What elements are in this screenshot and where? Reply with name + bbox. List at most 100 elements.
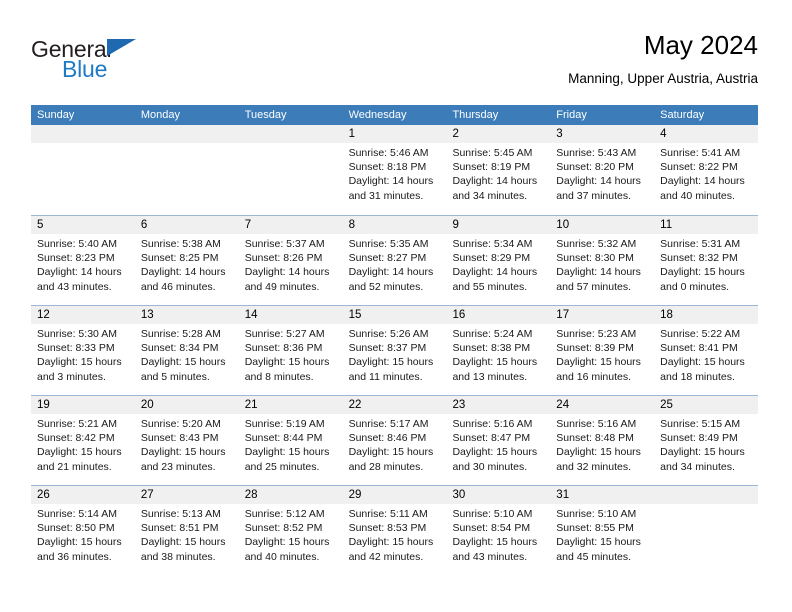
calendar-day-cell[interactable]: 5 Sunrise: 5:40 AM Sunset: 8:23 PM Daylight… [31, 216, 135, 305]
daylight-text-line1: Daylight: 15 hours [140, 536, 226, 549]
sunrise-text: Sunrise: 5:27 AM [244, 328, 325, 340]
calendar-day-cell-empty [654, 486, 759, 575]
calendar-day-cell[interactable]: 25 Sunrise: 5:15 AM Sunset: 8:49 PM Dayligh… [654, 396, 759, 485]
calendar-day-cell[interactable]: 8 Sunrise: 5:35 AM Sunset: 8:27 PM Daylight… [342, 216, 447, 305]
weekday-header-thursday: Thursday [452, 109, 499, 121]
day-number: 26 [31, 486, 135, 504]
day-number: 15 [342, 306, 447, 324]
sunrise-text: Sunrise: 5:26 AM [348, 328, 429, 340]
sunrise-text: Sunrise: 5:32 AM [556, 238, 637, 250]
daylight-text-line1: Daylight: 15 hours [348, 536, 434, 549]
daylight-text-line2: and 45 minutes. [556, 550, 632, 563]
day-sun-info: Sunrise: 5:43 AM Sunset: 8:20 PM Daylight:… [550, 143, 654, 203]
daylight-text-line1: Daylight: 15 hours [452, 356, 538, 369]
weekday-header-tuesday: Tuesday [244, 109, 287, 121]
title-block: May 2024 Manning, Upper Austria, Austria [568, 28, 758, 89]
daylight-text-line1: Daylight: 14 hours [140, 266, 226, 279]
calendar-day-cell[interactable]: 31 Sunrise: 5:10 AM Sunset: 8:55 PM Dayligh… [550, 486, 655, 575]
day-sun-info: Sunrise: 5:46 AM Sunset: 8:18 PM Daylight:… [343, 143, 447, 203]
day-sun-info: Sunrise: 5:15 AM Sunset: 8:49 PM Daylight:… [654, 414, 758, 474]
day-sun-info: Sunrise: 5:19 AM Sunset: 8:44 PM Daylight:… [239, 414, 343, 474]
sunset-text: Sunset: 8:42 PM [37, 432, 115, 445]
calendar-weeks: 1 Sunrise: 5:46 AM Sunset: 8:18 PM Daylight… [31, 125, 759, 575]
sunset-text: Sunset: 8:18 PM [348, 161, 427, 174]
daylight-text-line1: Daylight: 15 hours [452, 446, 538, 459]
calendar-day-cell[interactable]: 26 Sunrise: 5:14 AM Sunset: 8:50 PM Dayligh… [31, 486, 135, 575]
sunset-text: Sunset: 8:32 PM [660, 252, 738, 265]
calendar-day-cell[interactable]: 1 Sunrise: 5:46 AM Sunset: 8:18 PM Daylight… [342, 125, 447, 214]
daylight-text-line2: and 32 minutes. [556, 460, 632, 473]
weekday-header-row: Sunday Monday Tuesday Wednesday Thursday… [31, 105, 758, 125]
sunset-text: Sunset: 8:29 PM [452, 252, 531, 265]
calendar-day-cell[interactable]: 9 Sunrise: 5:34 AM Sunset: 8:29 PM Daylight… [446, 216, 551, 305]
daylight-text-line1: Daylight: 14 hours [37, 266, 122, 279]
calendar-day-cell[interactable]: 2 Sunrise: 5:45 AM Sunset: 8:19 PM Daylight… [446, 125, 551, 214]
sunset-text: Sunset: 8:55 PM [556, 522, 634, 535]
calendar-day-cell[interactable]: 29 Sunrise: 5:11 AM Sunset: 8:53 PM Dayligh… [342, 486, 447, 575]
daylight-text-line2: and 34 minutes. [660, 460, 735, 473]
calendar-day-cell[interactable]: 22 Sunrise: 5:17 AM Sunset: 8:46 PM Dayligh… [342, 396, 447, 485]
weekday-header-monday: Monday [140, 109, 180, 121]
daylight-text-line1: Daylight: 15 hours [37, 356, 122, 369]
calendar-day-cell[interactable]: 6 Sunrise: 5:38 AM Sunset: 8:25 PM Daylight… [134, 216, 239, 305]
calendar-day-cell[interactable]: 4 Sunrise: 5:41 AM Sunset: 8:22 PM Daylight… [654, 125, 759, 214]
calendar-day-cell[interactable]: 27 Sunrise: 5:13 AM Sunset: 8:51 PM Dayligh… [134, 486, 239, 575]
day-number [31, 125, 135, 143]
day-number: 10 [550, 216, 655, 234]
day-sun-info: Sunrise: 5:24 AM Sunset: 8:38 PM Daylight:… [446, 324, 550, 384]
daylight-text-line2: and 11 minutes. [348, 370, 423, 383]
calendar-day-cell[interactable]: 14 Sunrise: 5:27 AM Sunset: 8:36 PM Dayligh… [238, 306, 343, 395]
sunset-text: Sunset: 8:37 PM [348, 342, 427, 355]
calendar-week-row: 5 Sunrise: 5:40 AM Sunset: 8:23 PM Daylight… [31, 215, 759, 305]
day-number: 6 [134, 216, 239, 234]
calendar-day-cell[interactable]: 3 Sunrise: 5:43 AM Sunset: 8:20 PM Daylight… [550, 125, 655, 214]
sunrise-text: Sunrise: 5:15 AM [660, 418, 741, 430]
sunset-text: Sunset: 8:23 PM [37, 252, 115, 265]
day-number: 21 [238, 396, 343, 414]
calendar-day-cell[interactable]: 21 Sunrise: 5:19 AM Sunset: 8:44 PM Dayligh… [238, 396, 343, 485]
sunrise-text: Sunrise: 5:17 AM [348, 418, 429, 430]
daylight-text-line2: and 23 minutes. [140, 460, 216, 473]
day-number: 13 [134, 306, 239, 324]
sunrise-text: Sunrise: 5:21 AM [37, 418, 117, 430]
calendar-day-cell[interactable]: 19 Sunrise: 5:21 AM Sunset: 8:42 PM Dayligh… [31, 396, 135, 485]
day-sun-info: Sunrise: 5:31 AM Sunset: 8:32 PM Daylight:… [654, 234, 758, 294]
calendar-day-cell[interactable]: 24 Sunrise: 5:16 AM Sunset: 8:48 PM Dayligh… [550, 396, 655, 485]
calendar-week-row: 26 Sunrise: 5:14 AM Sunset: 8:50 PM Dayligh… [31, 485, 759, 575]
calendar-day-cell[interactable]: 18 Sunrise: 5:22 AM Sunset: 8:41 PM Dayligh… [654, 306, 759, 395]
day-sun-info: Sunrise: 5:12 AM Sunset: 8:52 PM Daylight:… [239, 504, 343, 564]
sunrise-text: Sunrise: 5:45 AM [452, 147, 533, 159]
sunset-text: Sunset: 8:51 PM [140, 522, 219, 535]
daylight-text-line2: and 13 minutes. [452, 370, 528, 383]
calendar-day-cell[interactable]: 16 Sunrise: 5:24 AM Sunset: 8:38 PM Dayligh… [446, 306, 551, 395]
sunset-text: Sunset: 8:47 PM [452, 432, 531, 445]
day-number: 7 [238, 216, 343, 234]
calendar-day-cell[interactable]: 10 Sunrise: 5:32 AM Sunset: 8:30 PM Dayligh… [550, 216, 655, 305]
day-sun-info: Sunrise: 5:20 AM Sunset: 8:43 PM Daylight:… [135, 414, 239, 474]
day-number: 17 [550, 306, 655, 324]
daylight-text-line1: Daylight: 15 hours [348, 446, 434, 459]
daylight-text-line1: Daylight: 14 hours [452, 266, 538, 279]
calendar-day-cell[interactable]: 28 Sunrise: 5:12 AM Sunset: 8:52 PM Dayligh… [238, 486, 343, 575]
calendar-day-cell[interactable]: 12 Sunrise: 5:30 AM Sunset: 8:33 PM Dayligh… [31, 306, 135, 395]
calendar-day-cell[interactable]: 20 Sunrise: 5:20 AM Sunset: 8:43 PM Dayligh… [134, 396, 239, 485]
day-number: 22 [342, 396, 447, 414]
sunset-text: Sunset: 8:39 PM [556, 342, 634, 355]
daylight-text-line2: and 38 minutes. [140, 550, 216, 563]
daylight-text-line2: and 40 minutes. [244, 550, 320, 563]
calendar-day-cell[interactable]: 11 Sunrise: 5:31 AM Sunset: 8:32 PM Dayligh… [654, 216, 759, 305]
daylight-text-line2: and 21 minutes. [37, 460, 112, 473]
calendar-day-cell[interactable]: 23 Sunrise: 5:16 AM Sunset: 8:47 PM Dayligh… [446, 396, 551, 485]
daylight-text-line2: and 55 minutes. [452, 280, 528, 293]
calendar-day-cell[interactable]: 17 Sunrise: 5:23 AM Sunset: 8:39 PM Dayligh… [550, 306, 655, 395]
day-number: 20 [134, 396, 239, 414]
calendar-day-cell[interactable]: 15 Sunrise: 5:26 AM Sunset: 8:37 PM Dayligh… [342, 306, 447, 395]
sunset-text: Sunset: 8:49 PM [660, 432, 738, 445]
sunset-text: Sunset: 8:54 PM [452, 522, 531, 535]
calendar-day-cell[interactable]: 13 Sunrise: 5:28 AM Sunset: 8:34 PM Dayligh… [134, 306, 239, 395]
calendar-day-cell[interactable]: 7 Sunrise: 5:37 AM Sunset: 8:26 PM Daylight… [238, 216, 343, 305]
calendar-day-cell[interactable]: 30 Sunrise: 5:10 AM Sunset: 8:54 PM Dayligh… [446, 486, 551, 575]
sunset-text: Sunset: 8:53 PM [348, 522, 427, 535]
day-number: 30 [446, 486, 551, 504]
daylight-text-line1: Daylight: 14 hours [660, 175, 745, 188]
